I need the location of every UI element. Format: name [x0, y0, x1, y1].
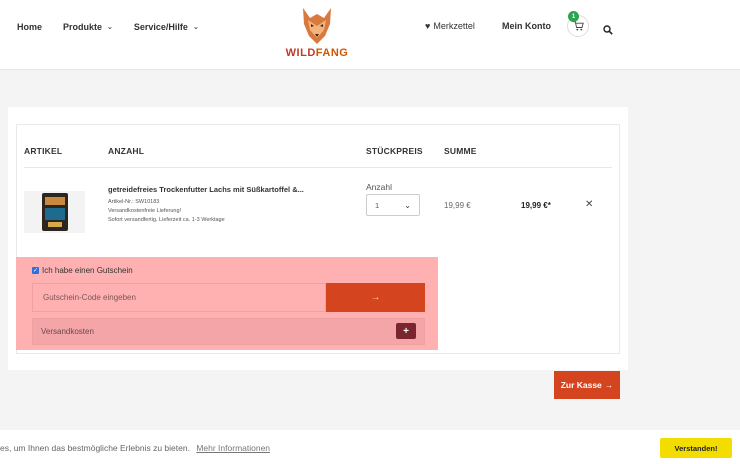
product-shipping-info: Versandkostenfreie Lieferung! — [108, 208, 182, 214]
quantity-value: 1 — [375, 200, 380, 210]
product-image[interactable] — [24, 191, 85, 233]
nav-item-service[interactable]: Service/Hilfe ⌄ — [134, 22, 199, 32]
product-delivery-info: Sofort versandfertig, Lieferzeit ca. 1-3… — [108, 217, 225, 223]
arrow-right-icon: → — [604, 380, 614, 390]
cart-button[interactable]: 1 — [567, 11, 589, 37]
checkbox-checked-icon: ✓ — [32, 267, 39, 274]
cart-count-badge: 1 — [568, 11, 579, 22]
voucher-code-input[interactable]: Gutschein-Code eingeben — [32, 283, 326, 312]
main-nav: Home Produkte ⌄ Service/Hilfe ⌄ — [17, 22, 220, 32]
logo-text: WILDFANG — [282, 47, 352, 59]
nav-item-produkte[interactable]: Produkte ⌄ — [63, 22, 113, 32]
checkout-button[interactable]: Zur Kasse → — [554, 371, 620, 399]
plus-icon: + — [403, 325, 409, 337]
logo-text-wild: WILD — [285, 47, 316, 59]
wolf-logo-icon — [303, 8, 331, 44]
product-package-image — [41, 193, 68, 231]
voucher-checkbox-label: Ich habe einen Gutschein — [42, 266, 133, 275]
wishlist-link[interactable]: ♥ Merkzettel — [425, 21, 475, 31]
arrow-right-icon: → — [370, 292, 381, 303]
header-article: ARTIKEL — [24, 146, 63, 156]
chevron-down-icon: ⌄ — [192, 24, 199, 31]
checkout-label: Zur Kasse — [560, 380, 602, 390]
header-unit-price: STÜCKPREIS — [366, 146, 423, 156]
nav-produkte-label: Produkte — [63, 22, 103, 32]
site-header: Home Produkte ⌄ Service/Hilfe ⌄ WILDFANG ♥… — [0, 0, 740, 70]
product-article-number: Artikel-Nr.: SW10183 — [108, 199, 160, 205]
line-total: 19,99 €* — [521, 201, 551, 210]
logo-text-fang: FANG — [315, 47, 349, 59]
cookie-text: es, um Ihnen das bestmögliche Erlebnis z… — [0, 443, 270, 453]
close-icon: ✕ — [585, 199, 594, 210]
wishlist-label: Merkzettel — [433, 21, 475, 31]
account-link[interactable]: Mein Konto — [502, 21, 551, 31]
expand-shipping-button[interactable]: + — [396, 323, 416, 339]
table-divider — [24, 167, 612, 168]
site-logo[interactable]: WILDFANG — [282, 6, 352, 64]
cookie-accept-button[interactable]: Verstanden! — [660, 438, 732, 458]
nav-service-label: Service/Hilfe — [133, 22, 188, 32]
cookie-message: es, um Ihnen das bestmögliche Erlebnis z… — [0, 443, 190, 453]
voucher-checkbox[interactable]: ✓ Ich habe einen Gutschein — [32, 266, 133, 275]
unit-price: 19,99 € — [444, 201, 471, 210]
shipping-costs-label: Versandkosten — [41, 327, 94, 336]
chevron-down-icon: ⌄ — [404, 200, 411, 210]
header-quantity: ANZAHL — [108, 146, 145, 156]
nav-item-home[interactable]: Home — [17, 22, 42, 32]
nav-home-label: Home — [17, 22, 43, 32]
heart-icon: ♥ — [425, 21, 431, 31]
cart-icon — [573, 21, 584, 31]
search-button[interactable] — [603, 22, 613, 40]
quantity-select[interactable]: 1 ⌄ — [366, 194, 420, 216]
voucher-submit-button[interactable]: → — [326, 283, 425, 312]
cookie-info-link[interactable]: Mehr Informationen — [196, 443, 270, 453]
remove-item-button[interactable]: ✕ — [585, 199, 593, 210]
quantity-label: Anzahl — [366, 182, 392, 192]
chevron-down-icon: ⌄ — [107, 24, 113, 31]
search-icon — [603, 25, 613, 35]
shipping-costs-toggle[interactable]: Versandkosten — [32, 318, 425, 345]
product-title[interactable]: getreidefreies Trockenfutter Lachs mit S… — [108, 185, 353, 194]
header-total: SUMME — [444, 146, 477, 156]
